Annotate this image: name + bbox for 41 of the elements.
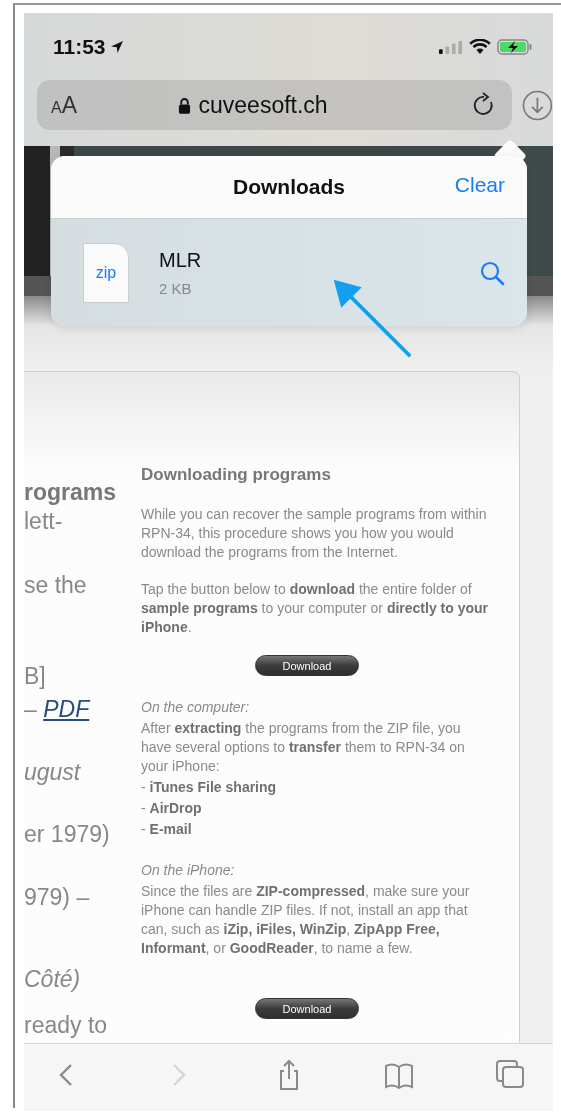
- page-text: B]: [24, 662, 46, 691]
- tabs-icon[interactable]: [495, 1058, 525, 1091]
- caption: On the iPhone:: [141, 861, 236, 880]
- page-text: rograms: [24, 478, 117, 507]
- location-arrow-icon: [109, 40, 124, 54]
- popover-title: Downloads: [233, 175, 345, 199]
- paragraph: While you can recover the sample programs from within RPN-34, this procedure shows you how you would download the programs from the Internet.: [141, 505, 488, 562]
- battery-charging-icon: [497, 39, 533, 55]
- file-type-label: zip: [95, 263, 117, 282]
- download-item[interactable]: zip MLR 2 KB: [51, 219, 527, 326]
- search-icon[interactable]: [479, 259, 505, 286]
- page-text: ugust: [24, 758, 81, 787]
- list-item: - AirDrop: [141, 799, 203, 818]
- paragraph: After extracting the programs from the ZIP file, you have several options to transfer them to RPN-34 on your iPhone:: [141, 719, 466, 776]
- paragraph: Since the files are ZIP-compressed, make sure your iPhone can handle ZIP files. If not, install an app that can, such as iZip, iFiles, WinZip, ZipApp Free, Informant, or GoodReader, to name a few.: [141, 882, 471, 958]
- page-text: –: [24, 696, 37, 722]
- address-bar[interactable]: AA cuveesoft.ch: [37, 80, 513, 130]
- text-size-button[interactable]: AA: [51, 91, 77, 119]
- page-text: Côté): [24, 965, 81, 994]
- page-text: er 1979): [24, 820, 110, 849]
- page-text: ready to: [24, 1011, 108, 1040]
- clear-button[interactable]: Clear: [454, 173, 505, 197]
- download-icon[interactable]: [522, 89, 553, 121]
- page-text: se the: [24, 571, 87, 600]
- pdf-link[interactable]: PDF: [43, 696, 90, 722]
- page-text: lett-: [24, 507, 63, 536]
- download-button[interactable]: Download: [255, 655, 359, 676]
- page-text: 979) –: [24, 883, 90, 912]
- section-heading: Downloading programs: [141, 464, 332, 486]
- paragraph: Tap the button below to download the entire folder of sample programs to your computer or directly to your iPhone.: [141, 580, 490, 637]
- lock-icon: [177, 96, 191, 114]
- clock-time: 11:53: [53, 35, 106, 59]
- caption: On the computer:: [141, 698, 251, 717]
- wifi-icon: [469, 39, 491, 55]
- file-size: 2 KB: [159, 279, 192, 297]
- download-button[interactable]: Download: [255, 998, 359, 1019]
- file-name: MLR: [159, 248, 202, 272]
- url-text: cuveesoft.ch: [198, 91, 328, 119]
- signal-icon: [439, 40, 463, 54]
- list-item: - iTunes File sharing: [141, 778, 278, 797]
- list-item: - E-mail: [141, 820, 193, 839]
